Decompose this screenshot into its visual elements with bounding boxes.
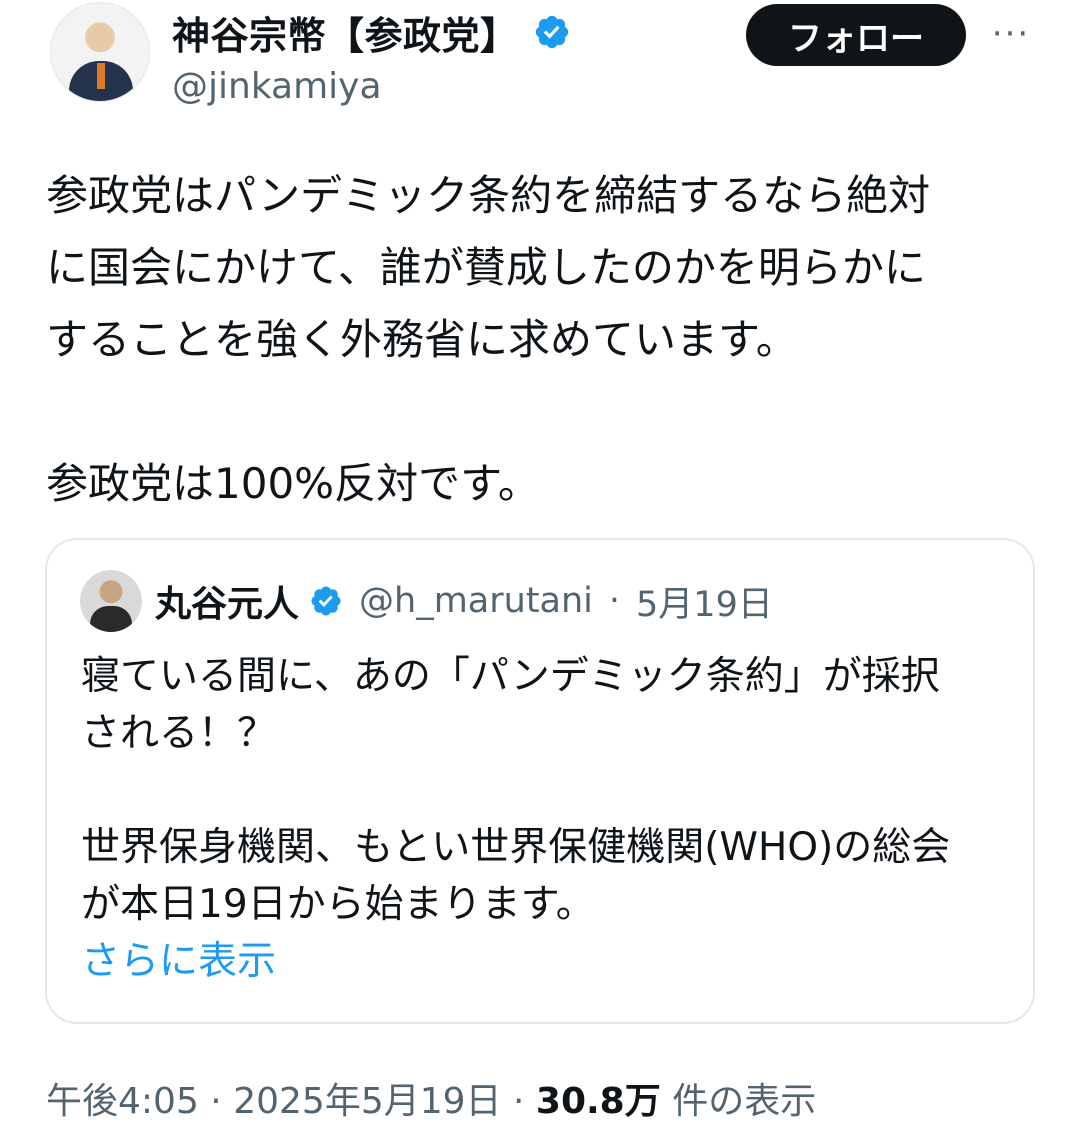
footer-separator: · [513,1081,525,1122]
tweet-line: 参政党は100%反対です。 [46,459,540,508]
show-more-link[interactable]: さらに表示 [81,933,1021,990]
views-count: 30.8万 [535,1081,661,1122]
tweet-header: 神谷宗幣【参政党】 @jinkamiya フォロー ··· [50,2,1050,112]
tweet-line: することを強く外務省に求めています。 [46,315,798,364]
author-name-row: 神谷宗幣【参政党】 [172,4,571,60]
avatar-tie [97,63,105,89]
author-avatar[interactable] [50,2,150,102]
author-display-name[interactable]: 神谷宗幣【参政党】 [172,5,519,60]
author-handle[interactable]: @jinkamiya [172,66,382,107]
more-options-icon[interactable]: ··· [982,12,1040,56]
tweet-body: 参政党はパンデミック条約を締結するなら絶対 に国会にかけて、誰が賛成したのかを明… [46,160,1046,520]
tweet-meta-footer: 午後4:05 · 2025年5月19日 · 30.8万 件の表示 [46,1072,816,1123]
quoted-tweet-header: 丸谷元人 @h_marutani · 5月19日 [155,574,773,628]
verified-badge-icon [535,15,568,49]
quoted-avatar-suit [90,606,132,632]
tweet-line: に国会にかけて、誰が賛成したのかを明らかに [46,243,926,292]
quoted-tweet-line: 寝ている間に、あの「パンデミック条約」が採択 [81,654,940,699]
quoted-author-avatar[interactable] [80,570,142,632]
tweet-line: 参政党はパンデミック条約を締結するなら絶対 [46,171,931,220]
tweet-date[interactable]: 2025年5月19日 [233,1081,501,1122]
footer-separator: · [210,1081,222,1122]
quoted-tweet-line: される！？ [81,711,277,756]
quoted-tweet-line: 世界保身機関、もとい世界保健機関(WHO)の総会 [81,825,951,870]
tweet-time[interactable]: 午後4:05 [46,1081,199,1122]
quoted-author-name: 丸谷元人 [155,584,300,625]
quoted-tweet-card[interactable]: 丸谷元人 @h_marutani · 5月19日 寝ている間に、あの「パンデミッ… [45,538,1035,1024]
quoted-author-handle: @h_marutani [359,581,593,621]
follow-button[interactable]: フォロー [746,4,966,66]
quoted-tweet-date: 5月19日 [636,584,773,625]
views-label: 件の表示 [672,1081,817,1122]
quoted-tweet-body: 寝ている間に、あの「パンデミック条約」が採択 される！？ 世界保身機関、もとい世… [81,648,1021,990]
quoted-meta-separator: · [608,581,621,621]
quoted-verified-badge-icon [311,586,341,616]
quoted-tweet-line: が本日19日から始まります。 [81,882,595,927]
